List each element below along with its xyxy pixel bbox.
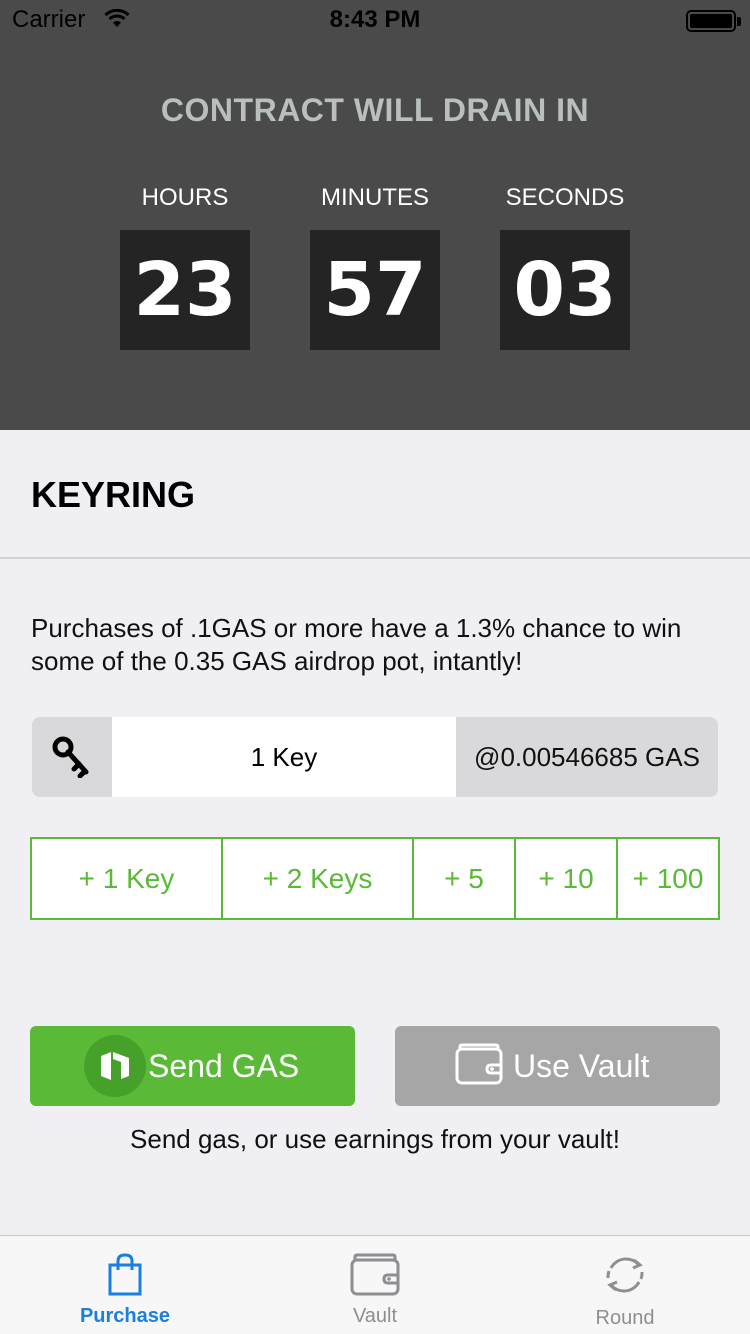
hours-value: 23 xyxy=(120,230,250,350)
airdrop-info-text: Purchases of .1GAS or more have a 1.3% c… xyxy=(31,613,682,676)
key-price-label: @0.00546685 GAS xyxy=(474,742,700,772)
key-adder-group: + 1 Key + 2 Keys + 5 + 10 + 100 xyxy=(30,837,720,920)
neo-logo-icon xyxy=(84,1035,146,1097)
shopping-bag-icon xyxy=(107,1252,143,1301)
key-quantity-input[interactable] xyxy=(112,717,456,797)
minutes-label: MINUTES xyxy=(321,184,429,211)
minutes-value: 57 xyxy=(310,230,440,350)
tab-round-label: Round xyxy=(595,1307,655,1329)
use-vault-button[interactable]: Use Vault xyxy=(395,1026,720,1106)
minutes-column: MINUTES 57 xyxy=(310,182,440,350)
countdown-header: Carrier 8:43 PM CONTRACT WILL DRAIN IN H… xyxy=(0,0,750,430)
add-1-key-button[interactable]: + 1 Key xyxy=(32,839,223,918)
add-100-button[interactable]: + 100 xyxy=(618,839,718,918)
keyring-title: KEYRING xyxy=(31,474,196,515)
status-time: 8:43 PM xyxy=(329,6,421,33)
tab-vault-label: Vault xyxy=(352,1305,398,1327)
key-icon xyxy=(32,717,112,797)
tab-purchase[interactable]: Purchase xyxy=(0,1236,250,1334)
seconds-value: 03 xyxy=(500,230,630,350)
send-gas-button[interactable]: Send GAS xyxy=(30,1026,355,1106)
add-10-button[interactable]: + 10 xyxy=(516,839,618,918)
key-quantity-row: @0.00546685 GAS xyxy=(32,717,718,797)
add-2-keys-button[interactable]: + 2 Keys xyxy=(223,839,414,918)
section-divider xyxy=(0,557,750,559)
tab-bar: Purchase Vault Round xyxy=(0,1235,750,1334)
use-vault-label: Use Vault xyxy=(513,1047,650,1084)
hours-label: HOURS xyxy=(141,184,229,211)
payment-hint-text: Send gas, or use earnings from your vaul… xyxy=(130,1124,620,1154)
add-5-button[interactable]: + 5 xyxy=(414,839,516,918)
tab-purchase-label: Purchase xyxy=(79,1305,171,1327)
wallet-icon xyxy=(455,1043,503,1090)
seconds-label: SECONDS xyxy=(505,184,625,211)
wallet-icon xyxy=(350,1252,400,1301)
status-bar: Carrier 8:43 PM xyxy=(0,0,750,40)
drain-title: CONTRACT WILL DRAIN IN xyxy=(160,92,590,128)
refresh-icon xyxy=(601,1252,649,1303)
tab-round[interactable]: Round xyxy=(500,1236,750,1334)
hours-column: HOURS 23 xyxy=(120,182,250,350)
battery-icon xyxy=(686,10,736,32)
tab-vault[interactable]: Vault xyxy=(250,1236,500,1334)
seconds-column: SECONDS 03 xyxy=(500,182,630,350)
send-gas-label: Send GAS xyxy=(148,1047,300,1084)
battery-tip xyxy=(737,17,741,26)
